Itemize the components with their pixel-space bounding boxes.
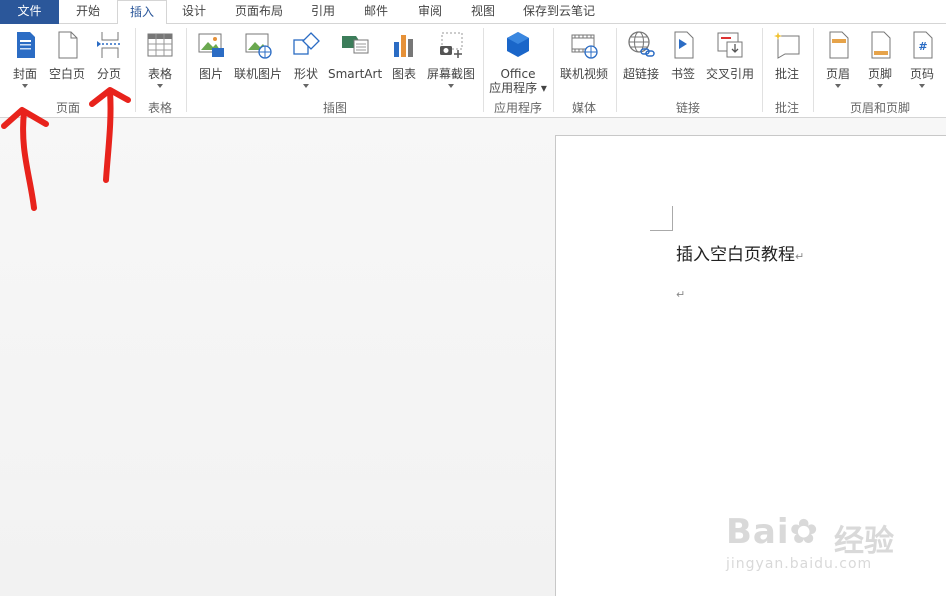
picture-icon xyxy=(198,33,224,57)
group-separator xyxy=(483,28,484,112)
ribbon-tab-bar: 文件 开始 插入 设计 页面布局 引用 邮件 审阅 视图 保存到云笔记 xyxy=(0,0,946,25)
tab-design[interactable]: 设计 xyxy=(167,0,221,24)
cross-reference-label: 交叉引用 xyxy=(705,67,754,81)
tab-mailings[interactable]: 邮件 xyxy=(349,0,403,24)
blank-page-label: 空白页 xyxy=(48,67,85,81)
chart-button[interactable]: 图表 xyxy=(386,28,422,94)
group-separator xyxy=(813,28,814,112)
group-separator xyxy=(616,28,617,112)
chart-label: 图表 xyxy=(391,67,416,81)
paw-icon: ✿ xyxy=(789,512,820,552)
tab-review[interactable]: 审阅 xyxy=(403,0,457,24)
tab-save-to-cloud-notes[interactable]: 保存到云笔记 xyxy=(509,0,609,24)
footer-button[interactable]: 页脚 xyxy=(861,28,899,94)
red-annotation-arrows xyxy=(1,87,131,211)
hyperlink-label: 超链接 xyxy=(622,67,659,81)
online-picture-label: 联机图片 xyxy=(233,67,282,81)
watermark-brand-tail: 经验 xyxy=(834,524,894,559)
shapes-icon xyxy=(293,32,320,55)
group-separator xyxy=(186,28,187,112)
bookmark-icon xyxy=(674,31,694,59)
header-dropdown-arrow[interactable] xyxy=(835,84,841,88)
tab-page-layout[interactable]: 页面布局 xyxy=(221,0,297,24)
screenshot-button[interactable]: 屏幕截图 xyxy=(424,28,478,94)
office-store-icon xyxy=(507,32,529,57)
smartart-button[interactable]: SmartArt xyxy=(328,28,382,94)
smartart-icon xyxy=(342,36,369,54)
group-separator xyxy=(553,28,554,112)
comment-icon xyxy=(774,32,800,59)
document-heading[interactable]: 插入空白页教程 xyxy=(676,245,795,265)
cover-page-label: 封面 xyxy=(12,67,37,81)
tab-file[interactable]: 文件 xyxy=(0,0,59,24)
text-margin-marker xyxy=(650,206,673,231)
page-number-button[interactable]: # 页码 xyxy=(903,28,941,94)
online-video-icon xyxy=(571,34,598,59)
shapes-dropdown-arrow[interactable] xyxy=(303,84,309,88)
new-comment-label: 批注 xyxy=(774,67,799,81)
links-group-label: 链接 xyxy=(675,101,700,115)
page-number-label: 页码 xyxy=(909,67,934,81)
bookmark-label: 书签 xyxy=(670,67,695,81)
tab-home[interactable]: 开始 xyxy=(59,0,117,24)
document-text-line[interactable]: 插入空白页教程↵ xyxy=(676,240,804,265)
group-separator xyxy=(762,28,763,112)
footer-icon xyxy=(871,31,891,59)
comments-group-label: 批注 xyxy=(774,101,799,115)
watermark-url: jingyan.baidu.com xyxy=(726,556,873,572)
screenshot-dropdown-arrow[interactable] xyxy=(448,84,454,88)
shapes-label: 形状 xyxy=(293,67,318,81)
paragraph-mark: ↵ xyxy=(795,250,805,263)
screenshot-icon xyxy=(440,32,463,58)
table-icon xyxy=(147,33,173,57)
footer-dropdown-arrow[interactable] xyxy=(877,84,883,88)
table-label: 表格 xyxy=(147,67,172,81)
illustrations-group-label: 插图 xyxy=(322,101,347,115)
header-label: 页眉 xyxy=(825,67,850,81)
header-button[interactable]: 页眉 xyxy=(819,28,857,94)
tab-view[interactable]: 视图 xyxy=(457,0,509,24)
online-picture-button[interactable]: 联机图片 xyxy=(232,28,284,94)
page-break-icon xyxy=(97,32,122,58)
svg-text:#: # xyxy=(918,40,927,53)
office-apps-label-line2: 应用程序 ▾ xyxy=(489,81,547,95)
tab-references[interactable]: 引用 xyxy=(297,0,349,24)
online-picture-icon xyxy=(245,33,272,59)
shapes-button[interactable]: 形状 xyxy=(288,28,324,94)
hyperlink-button[interactable]: 超链接 xyxy=(621,28,661,94)
bookmark-button[interactable]: 书签 xyxy=(665,28,701,94)
picture-label: 图片 xyxy=(198,67,223,81)
baidu-jingyan-watermark: Bai✿ 经验 jingyan.baidu.com xyxy=(726,508,916,588)
office-apps-label-line1: Office xyxy=(500,67,536,81)
page-number-icon: # xyxy=(913,31,933,59)
header-icon xyxy=(829,31,849,59)
cross-reference-icon xyxy=(717,32,743,58)
online-video-label: 联机视频 xyxy=(559,67,608,81)
office-apps-button[interactable]: Office 应用程序 ▾ xyxy=(489,28,547,95)
apps-group-label: 应用程序 xyxy=(493,101,542,115)
media-group-label: 媒体 xyxy=(571,101,596,115)
screenshot-label: 屏幕截图 xyxy=(426,67,475,81)
page-number-dropdown-arrow[interactable] xyxy=(919,84,925,88)
picture-button[interactable]: 图片 xyxy=(193,28,229,94)
watermark-brand: Bai✿ xyxy=(726,512,820,552)
tab-insert[interactable]: 插入 xyxy=(117,0,167,25)
online-video-button[interactable]: 联机视频 xyxy=(558,28,610,94)
footer-label: 页脚 xyxy=(867,67,892,81)
smartart-label: SmartArt xyxy=(328,67,383,81)
cross-reference-button[interactable]: 交叉引用 xyxy=(704,28,756,94)
cover-page-icon xyxy=(17,32,35,58)
page-break-label: 分页 xyxy=(96,67,121,81)
empty-paragraph-mark[interactable]: ↵ xyxy=(676,288,685,301)
new-comment-button[interactable]: 批注 xyxy=(768,28,806,94)
hyperlink-icon xyxy=(628,31,655,57)
blank-page-icon xyxy=(58,31,78,59)
header-footer-group-label: 页眉和页脚 xyxy=(849,101,910,115)
chart-icon xyxy=(394,35,413,57)
